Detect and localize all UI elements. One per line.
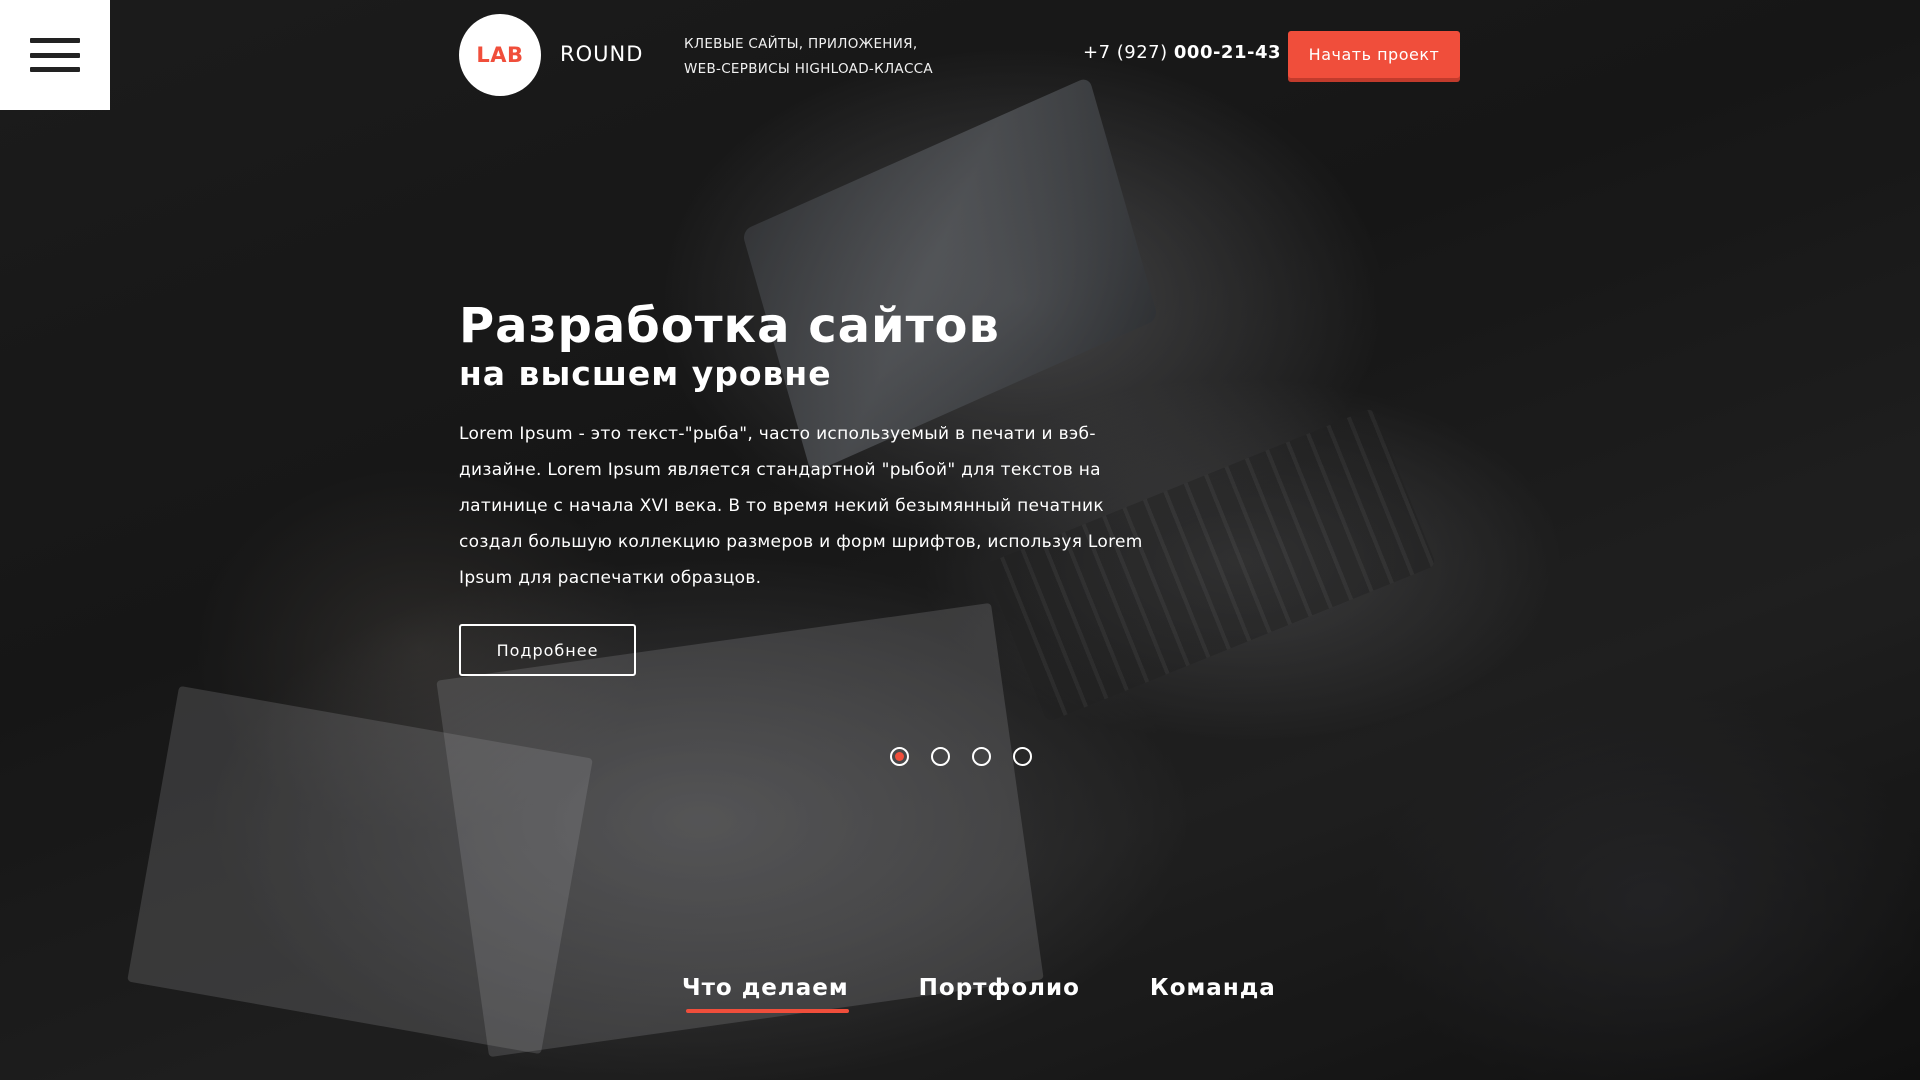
hero-title: Разработка сайтов: [459, 298, 1000, 354]
slider-dots: [890, 747, 1032, 766]
tagline-line-2: WEB-СЕРВИСЫ HIGHLOAD-КЛАССА: [684, 61, 933, 77]
hero-subtitle: на высшем уровне: [459, 354, 832, 393]
slider-dot[interactable]: [1013, 747, 1032, 766]
start-project-button[interactable]: Начать проект: [1288, 31, 1460, 78]
hamburger-menu-icon: [30, 38, 80, 72]
menu-button[interactable]: [0, 0, 110, 110]
bottom-nav: Что делаем Портфолио Команда: [682, 975, 1276, 1013]
nav-item-what-we-do[interactable]: Что делаем: [682, 975, 849, 1013]
nav-item-team[interactable]: Команда: [1150, 975, 1276, 1011]
logo-round-text: ROUND: [560, 42, 644, 66]
phone-number[interactable]: +7 (927) 000-21-43: [1083, 42, 1281, 63]
hero-description: Lorem Ipsum - это текст-"рыба", часто ис…: [459, 424, 1143, 588]
slider-dot[interactable]: [931, 747, 950, 766]
tagline-line-1: КЛЕВЫЕ САЙТЫ, ПРИЛОЖЕНИЯ,: [684, 36, 918, 52]
phone-code: +7 (927): [1083, 42, 1174, 63]
phone-digits: 000-21-43: [1173, 42, 1282, 63]
logo-lab-text: LAB: [476, 43, 524, 67]
header-tagline: КЛЕВЫЕ САЙТЫ, ПРИЛОЖЕНИЯ, WEB-СЕРВИСЫ HI…: [684, 32, 933, 82]
nav-item-portfolio[interactable]: Портфолио: [919, 975, 1080, 1011]
logo[interactable]: LAB: [459, 14, 541, 96]
more-button[interactable]: Подробнее: [459, 624, 636, 676]
slider-dot[interactable]: [890, 747, 909, 766]
slider-dot[interactable]: [972, 747, 991, 766]
